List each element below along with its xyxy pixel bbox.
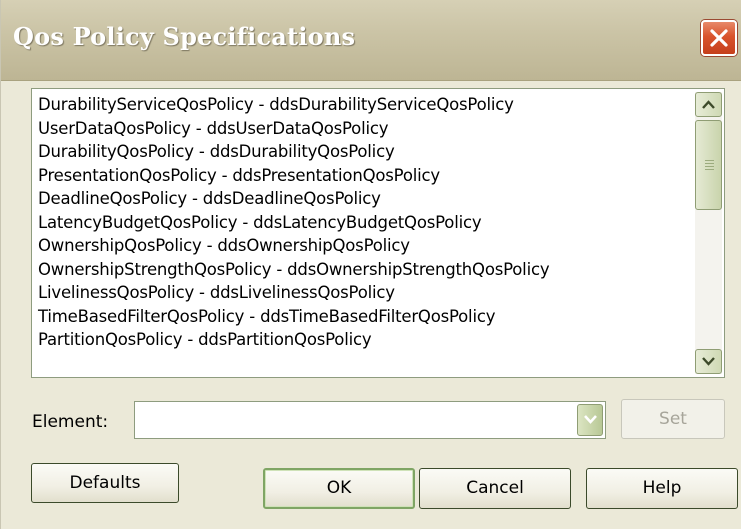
- grip-line: [705, 163, 714, 164]
- defaults-button[interactable]: Defaults: [31, 463, 179, 503]
- list-item[interactable]: OwnershipQosPolicy - ddsOwnershipQosPoli…: [38, 234, 690, 258]
- list-item[interactable]: DurabilityServiceQosPolicy - ddsDurabili…: [38, 93, 690, 117]
- list-item[interactable]: DeadlineQosPolicy - ddsDeadlineQosPolicy: [38, 187, 690, 211]
- grip-line: [705, 160, 714, 161]
- vertical-scrollbar[interactable]: [695, 92, 722, 374]
- cancel-button[interactable]: Cancel: [419, 468, 571, 509]
- list-item[interactable]: OwnershipStrengthQosPolicy - ddsOwnershi…: [38, 258, 690, 282]
- dialog-title: Qos Policy Specifications: [13, 22, 356, 51]
- help-button[interactable]: Help: [586, 468, 738, 509]
- grip-line: [705, 169, 714, 170]
- qos-policy-list[interactable]: DurabilityServiceQosPolicy - ddsDurabili…: [31, 88, 725, 378]
- grip-line: [705, 166, 714, 167]
- list-item[interactable]: LatencyBudgetQosPolicy - ddsLatencyBudge…: [38, 211, 690, 235]
- list-item[interactable]: UserDataQosPolicy - ddsUserDataQosPolicy: [38, 117, 690, 141]
- chevron-up-icon: [702, 100, 715, 109]
- close-button[interactable]: [701, 20, 737, 56]
- scroll-thumb[interactable]: [695, 120, 722, 210]
- policy-list-items: DurabilityServiceQosPolicy - ddsDurabili…: [38, 93, 690, 352]
- list-item[interactable]: PartitionQosPolicy - ddsPartitionQosPoli…: [38, 328, 690, 352]
- element-combobox[interactable]: [134, 401, 606, 439]
- list-item[interactable]: TimeBasedFilterQosPolicy - ddsTimeBasedF…: [38, 305, 690, 329]
- element-label: Element:: [32, 412, 109, 432]
- element-dropdown-button[interactable]: [577, 404, 603, 436]
- title-bar[interactable]: Qos Policy Specifications: [1, 0, 741, 81]
- set-button[interactable]: Set: [621, 399, 725, 439]
- qos-policy-dialog: Qos Policy Specifications DurabilityServ…: [0, 0, 741, 529]
- ok-button[interactable]: OK: [263, 468, 415, 509]
- scroll-up-button[interactable]: [695, 92, 722, 117]
- list-item[interactable]: LivelinessQosPolicy - ddsLivelinessQosPo…: [38, 281, 690, 305]
- close-icon: [710, 29, 728, 47]
- chevron-down-icon: [584, 415, 597, 424]
- chevron-down-icon: [702, 357, 715, 366]
- scroll-down-button[interactable]: [695, 349, 722, 374]
- list-item[interactable]: PresentationQosPolicy - ddsPresentationQ…: [38, 164, 690, 188]
- list-item[interactable]: DurabilityQosPolicy - ddsDurabilityQosPo…: [38, 140, 690, 164]
